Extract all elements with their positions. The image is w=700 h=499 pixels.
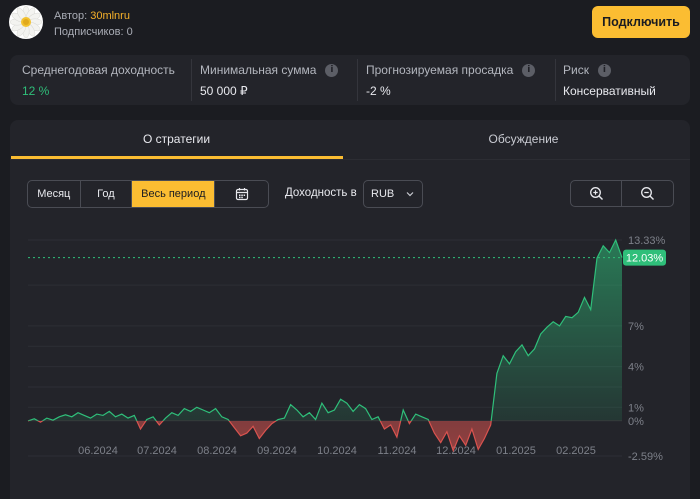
subscribers-line: Подписчиков: 0 [54, 26, 133, 38]
stat-label: Риск [563, 63, 589, 77]
chart-series [27, 238, 623, 453]
stat-value: Консервативный [563, 84, 656, 98]
author-line: Автор: 30mlnru [54, 10, 130, 22]
info-icon[interactable]: i [522, 63, 536, 77]
x-tick-label: 09.2024 [257, 445, 297, 457]
stat-label: Минимальная сумма [200, 63, 317, 77]
stat-label: Среднегодовая доходность [22, 63, 175, 77]
info-icon[interactable]: i [325, 63, 339, 77]
author-label: Автор: [54, 10, 88, 22]
chart-current-value: 12.03% [28, 249, 666, 266]
stat-divider [555, 59, 556, 101]
y-tick-label: 1% [628, 402, 644, 414]
chart-y-axis: 13.33% 7% 4% 1% 0% -2.59% [628, 235, 666, 463]
stat-label: Прогнозируемая просадка [366, 63, 514, 77]
positive-area [28, 240, 622, 421]
stat-value: -2 % [366, 84, 391, 98]
strategy-panel: О стратегии Обсуждение Месяц Год Весь пе… [10, 120, 690, 499]
header: Автор: 30mlnru Подписчиков: 0 Подключить [0, 0, 700, 50]
x-tick-label: 12.2024 [436, 445, 476, 457]
current-value-label: 12.03% [626, 253, 664, 265]
y-tick-label: 7% [628, 321, 644, 333]
author-name-link[interactable]: 30mlnru [90, 10, 130, 22]
chart-x-axis: 06.2024 07.2024 08.2024 09.2024 10.2024 11.20… [78, 445, 596, 457]
stat-divider [357, 59, 358, 101]
stat-value: 12 % [22, 84, 50, 98]
strategy-stats: Среднегодовая доходность 12 % Минимальна… [10, 55, 690, 105]
info-icon[interactable]: i [597, 63, 611, 77]
x-tick-label: 01.2025 [496, 445, 536, 457]
subscribers-label: Подписчиков: [54, 26, 124, 38]
avatar[interactable] [9, 5, 43, 39]
yield-chart[interactable]: 13.33% 7% 4% 1% 0% -2.59% 06.2024 07.2024 08.20… [10, 120, 690, 499]
chart-gridlines [28, 239, 622, 457]
stat-value: 50 000 ₽ [200, 84, 248, 98]
daisy-icon [9, 5, 43, 39]
x-tick-label: 08.2024 [197, 445, 237, 457]
connect-button[interactable]: Подключить [592, 6, 690, 38]
y-tick-label: 0% [628, 416, 644, 428]
x-tick-label: 07.2024 [137, 445, 177, 457]
x-tick-label: 11.2024 [378, 445, 417, 457]
y-tick-label: -2.59% [628, 451, 663, 463]
subscribers-count: 0 [126, 26, 133, 38]
y-tick-label: 4% [628, 362, 644, 374]
x-tick-label: 10.2024 [317, 445, 357, 457]
x-tick-label: 02.2025 [556, 445, 596, 457]
stat-divider [191, 59, 192, 101]
y-tick-label: 13.33% [628, 235, 666, 247]
x-tick-label: 06.2024 [78, 445, 118, 457]
